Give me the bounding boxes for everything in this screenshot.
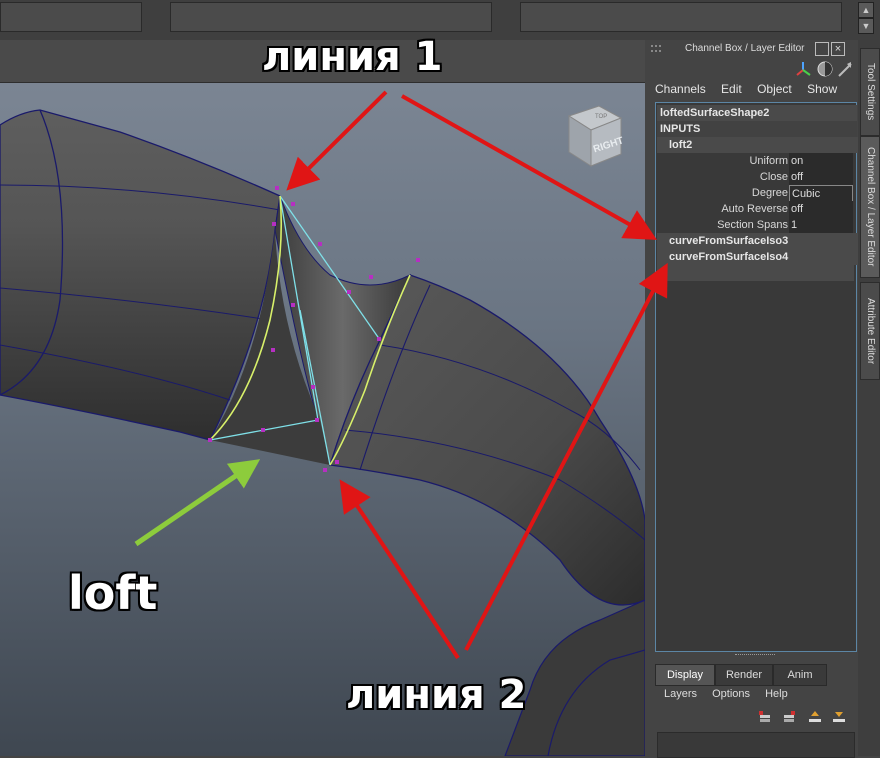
arrow-line1-to-curve [286,90,388,191]
annotation-line2: линия 2 [346,672,527,718]
annotation-loft: loft [68,566,158,620]
arrow-line2-to-channel [464,262,668,651]
annotation-arrows [134,90,668,660]
arrow-loft [134,459,261,547]
annotation-line1: линия 1 [262,34,443,80]
arrow-line1-to-channel [401,94,657,240]
arrow-line2-to-curve [339,479,460,660]
